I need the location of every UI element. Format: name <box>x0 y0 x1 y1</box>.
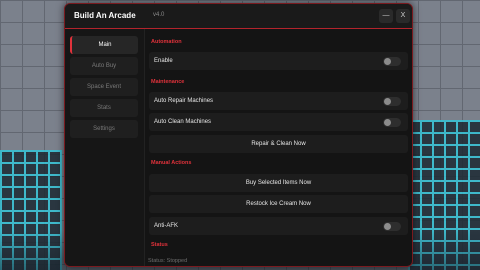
tab-stats[interactable]: Stats <box>70 99 138 117</box>
toggle-knob <box>384 58 391 65</box>
tab-auto-buy[interactable]: Auto Buy <box>70 57 138 75</box>
auto-clean-label: Auto Clean Machines <box>154 119 212 125</box>
version-label: v4.0 <box>153 12 165 18</box>
section-heading-status: Status <box>151 242 168 248</box>
tab-settings[interactable]: Settings <box>70 120 138 138</box>
section-heading-manual-actions: Manual Actions <box>151 160 192 166</box>
buy-selected-items-button[interactable]: Buy Selected Items Now <box>149 174 408 192</box>
auto-clean-row[interactable]: Auto Clean Machines <box>149 113 408 131</box>
tab-main[interactable]: Main <box>70 36 138 54</box>
enable-toggle-row[interactable]: Enable <box>149 52 408 70</box>
close-button[interactable]: X <box>396 9 410 23</box>
toggle-knob <box>384 119 391 126</box>
sidebar: Main Auto Buy Space Event Stats Settings <box>65 29 145 266</box>
toggle-knob <box>384 223 391 230</box>
auto-repair-label: Auto Repair Machines <box>154 98 214 104</box>
status-text: Status: Stopped <box>148 258 188 264</box>
tab-space-event[interactable]: Space Event <box>70 78 138 96</box>
close-icon: X <box>400 12 406 19</box>
section-heading-maintenance: Maintenance <box>151 79 185 85</box>
restock-ice-cream-button[interactable]: Restock Ice Cream Now <box>149 195 408 213</box>
auto-repair-toggle[interactable] <box>383 97 401 106</box>
script-window: Build An Arcade v4.0 — X Main Auto Buy S… <box>64 3 413 267</box>
anti-afk-row[interactable]: Anti-AFK <box>149 217 408 235</box>
window-title: Build An Arcade <box>74 11 136 20</box>
toggle-knob <box>384 98 391 105</box>
enable-label: Enable <box>154 58 173 64</box>
minimize-icon: — <box>382 12 390 19</box>
repair-clean-now-button[interactable]: Repair & Clean Now <box>149 135 408 153</box>
section-heading-automation: Automation <box>151 39 182 45</box>
auto-repair-row[interactable]: Auto Repair Machines <box>149 92 408 110</box>
minimize-button[interactable]: — <box>379 9 393 23</box>
main-panel: Automation Enable Maintenance Auto Repai… <box>146 29 412 266</box>
auto-clean-toggle[interactable] <box>383 118 401 127</box>
anti-afk-label: Anti-AFK <box>154 223 179 229</box>
anti-afk-toggle[interactable] <box>383 222 401 231</box>
enable-toggle[interactable] <box>383 57 401 66</box>
title-bar[interactable]: Build An Arcade v4.0 — X <box>65 4 412 29</box>
